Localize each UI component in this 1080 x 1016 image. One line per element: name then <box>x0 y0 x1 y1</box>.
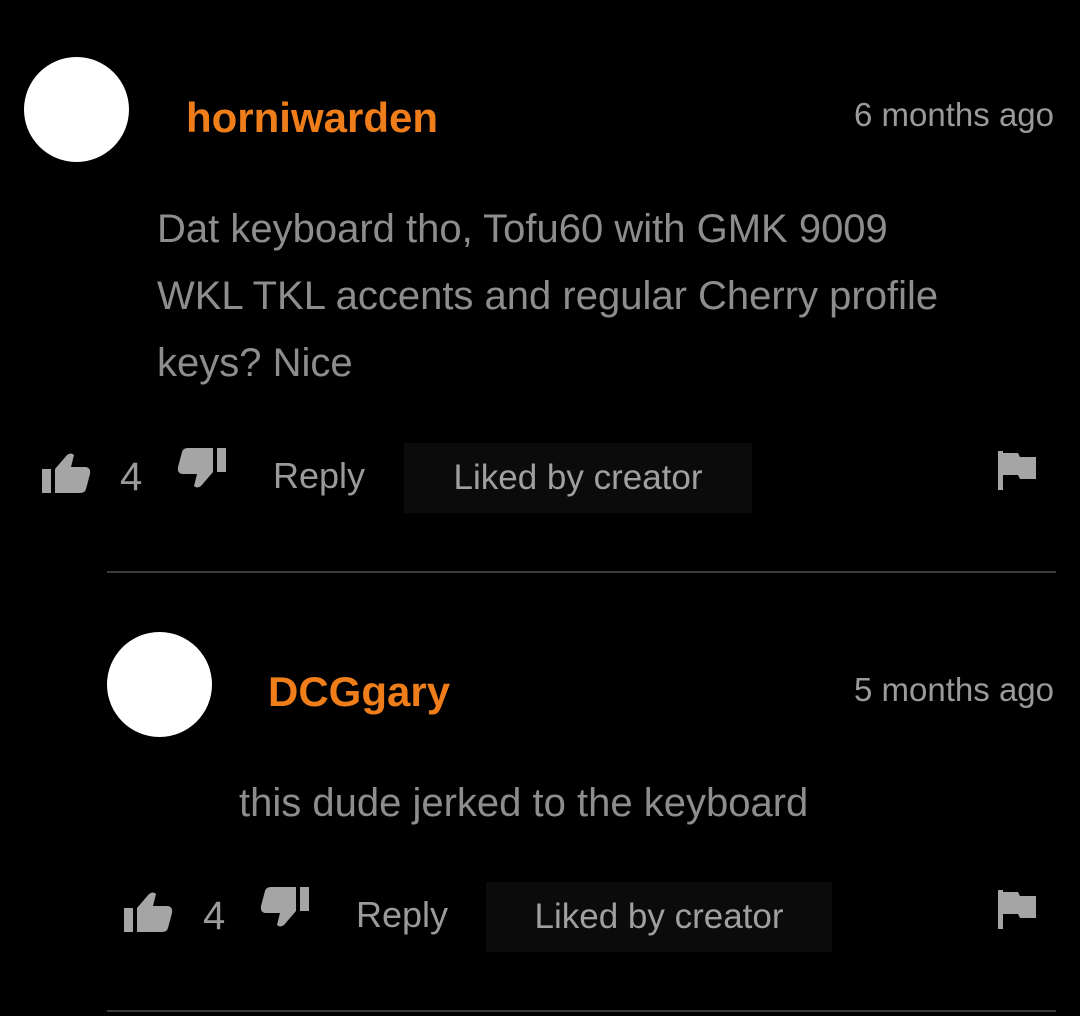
comment-text-line: keys? Nice <box>157 341 353 385</box>
thumbs-down-icon[interactable] <box>259 887 309 929</box>
reply-button[interactable]: Reply <box>356 897 448 933</box>
liked-by-creator-badge: Liked by creator <box>486 882 832 952</box>
avatar[interactable] <box>107 632 212 737</box>
thumbs-down-icon[interactable] <box>176 448 226 490</box>
comment-text: this dude jerked to the keyboard <box>239 770 808 837</box>
like-count: 4 <box>120 455 143 499</box>
avatar[interactable] <box>24 57 129 162</box>
flag-icon[interactable] <box>998 890 1038 930</box>
reply-button[interactable]: Reply <box>273 458 365 494</box>
comment-timestamp: 5 months ago <box>854 671 1054 708</box>
comment-divider <box>107 1010 1056 1012</box>
comment-text: Dat keyboard tho, Tofu60 with GMK 9009 W… <box>157 196 938 397</box>
comment-username[interactable]: horniwarden <box>186 97 438 139</box>
thumbs-up-icon[interactable] <box>124 891 174 933</box>
comment-text-line: WKL TKL accents and regular Cherry profi… <box>157 274 939 318</box>
comment-divider <box>107 571 1056 573</box>
comment-text-line: Dat keyboard tho, Tofu60 with GMK 9009 <box>157 207 888 251</box>
like-count: 4 <box>203 894 226 938</box>
thumbs-up-icon[interactable] <box>42 452 92 494</box>
flag-icon[interactable] <box>998 451 1038 491</box>
comment-timestamp: 6 months ago <box>854 96 1054 133</box>
comment-username[interactable]: DCGgary <box>268 671 450 713</box>
liked-by-creator-badge: Liked by creator <box>404 443 752 513</box>
comment-text-line: this dude jerked to the keyboard <box>239 781 809 825</box>
